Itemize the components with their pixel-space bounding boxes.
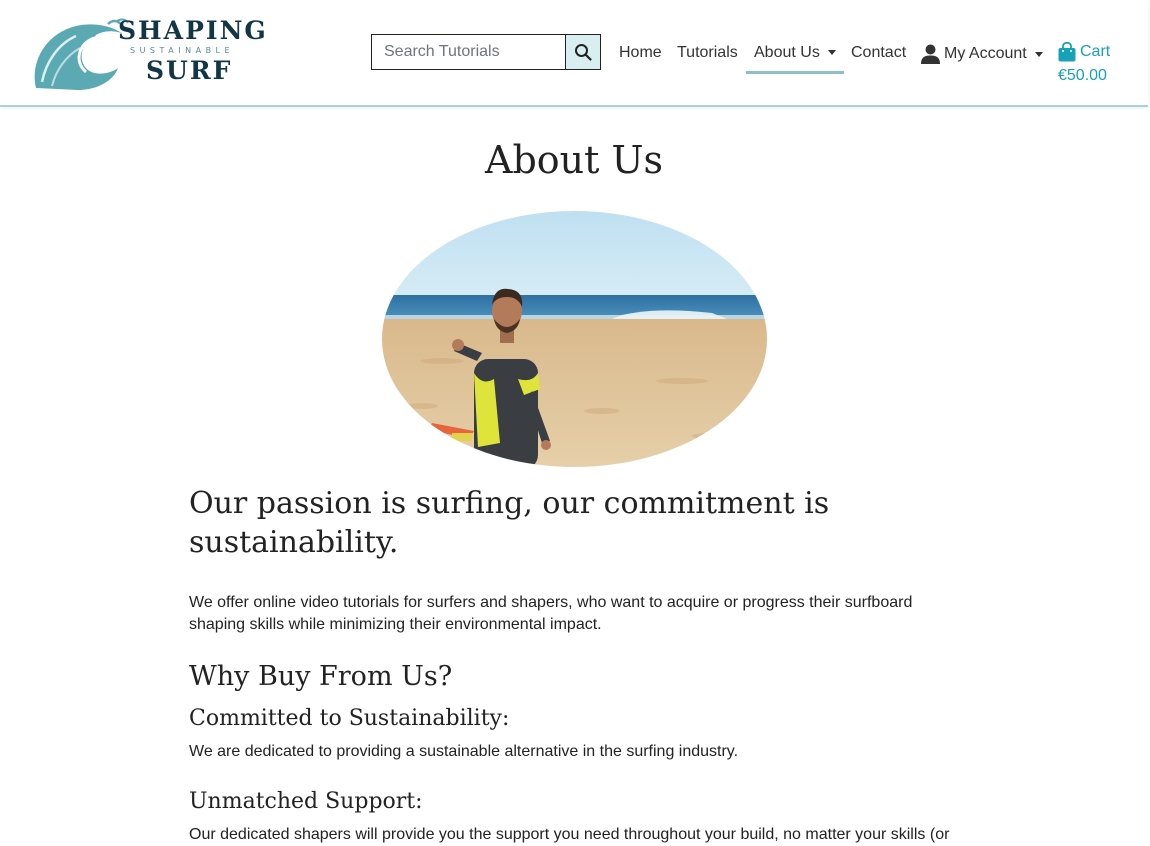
nav-my-account[interactable]: My Account [921, 44, 1043, 64]
chevron-down-icon [827, 50, 836, 56]
section-title: Committed to Sustainability: [189, 706, 510, 731]
nav-my-account-label: My Account [944, 45, 1027, 62]
section-text: We are dedicated to providing a sustaina… [189, 743, 739, 760]
nav-about-us-label: About Us [754, 44, 820, 61]
search-form [371, 34, 601, 70]
headline: Our passion is surfing, our commitment i… [189, 486, 830, 560]
site-navbar: SHAPING SUSTAINABLE SURF Home Tutorials … [0, 0, 1148, 107]
section-title: Unmatched Support: [189, 789, 423, 814]
wave-logo-icon [34, 18, 129, 90]
intro-text: We offer online video tutorials for surf… [189, 594, 913, 633]
nav-about-us[interactable]: About Us [746, 44, 844, 74]
brand-logo[interactable]: SHAPING SUSTAINABLE SURF [32, 14, 266, 92]
chevron-down-icon [1034, 51, 1043, 57]
cart-row: Cart [1058, 42, 1110, 62]
shopping-bag-icon [1058, 42, 1076, 62]
search-button[interactable] [565, 35, 600, 69]
section-text: Our dedicated shapers will provide you t… [189, 826, 950, 843]
user-icon [921, 44, 940, 64]
cart-link[interactable]: Cart €50.00 [1058, 42, 1110, 85]
cart-total: €50.00 [1058, 67, 1107, 84]
nav-contact[interactable]: Contact [851, 44, 906, 62]
nav-home[interactable]: Home [619, 44, 662, 62]
why-buy-heading: Why Buy From Us? [189, 661, 453, 692]
cart-label: Cart [1080, 43, 1111, 60]
page-title: About Us [485, 138, 663, 182]
brand-name-line3: SURF [146, 56, 233, 85]
nav-tutorials[interactable]: Tutorials [677, 44, 738, 62]
hero-image [382, 211, 767, 467]
about-content: Our passion is surfing, our commitment i… [189, 484, 959, 843]
search-icon [575, 44, 592, 61]
search-input[interactable] [372, 35, 565, 69]
brand-name-line2: SUSTAINABLE [130, 46, 235, 55]
brand-name-line1: SHAPING [118, 16, 268, 45]
surfer-photo [382, 211, 767, 467]
